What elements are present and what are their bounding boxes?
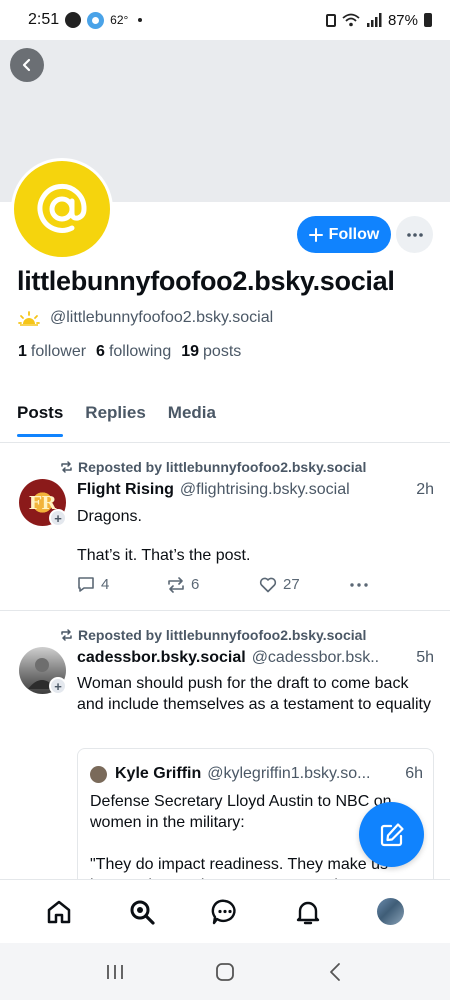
followers-link[interactable]: 1 follower: [18, 343, 86, 361]
post-actions: 4 6 27: [77, 576, 390, 593]
post-author[interactable]: Flight Rising: [77, 481, 174, 499]
post-author[interactable]: cadessbor.bsky.social: [77, 649, 246, 667]
feed-post[interactable]: Reposted by littlebunnyfoofoo2.bsky.soci…: [0, 443, 450, 611]
follow-button[interactable]: Follow: [297, 216, 391, 253]
quoted-post-header: Kyle Griffin @kylegriffin1.bsky.so... 6h: [90, 765, 423, 783]
compose-button[interactable]: [359, 802, 424, 867]
post-text: Dragons.: [77, 508, 142, 525]
follow-label: Follow: [328, 225, 380, 243]
repost-indicator: Reposted by littlebunnyfoofoo2.bsky.soci…: [60, 627, 366, 643]
home-system-button[interactable]: [205, 952, 245, 992]
repost-icon: [168, 576, 184, 593]
nav-messages[interactable]: [203, 890, 247, 934]
ellipsis-icon: [406, 232, 423, 237]
back-button[interactable]: [10, 48, 44, 82]
status-bar: 2:51 62° 87%: [0, 0, 450, 40]
post-more-button[interactable]: [349, 576, 369, 593]
quoted-author: Kyle Griffin: [115, 765, 202, 782]
nav-search[interactable]: [120, 890, 164, 934]
post-text: That’s it. That’s the post.: [77, 547, 251, 564]
repost-icon: [61, 461, 72, 473]
bottom-navigation: [0, 879, 450, 943]
search-icon: [130, 900, 155, 925]
post-time[interactable]: 2h: [416, 481, 434, 499]
profile-handle-row: @littlebunnyfoofoo2.bsky.social: [18, 309, 273, 327]
post-time[interactable]: 5h: [416, 649, 434, 667]
like-button[interactable]: 27: [259, 576, 349, 593]
nav-notifications[interactable]: [286, 890, 330, 934]
back-system-button[interactable]: [315, 952, 355, 992]
home-icon: [48, 900, 71, 923]
bell-icon: [296, 901, 319, 924]
repost-button[interactable]: 6: [167, 576, 259, 593]
profile-display-name: littlebunnyfoofoo2.bsky.social: [17, 266, 395, 296]
quoted-time: 6h: [405, 765, 423, 782]
profile-tabs: Posts Replies Media: [0, 396, 450, 443]
follow-plus-icon[interactable]: +: [49, 509, 67, 527]
post-header: cadessbor.bsky.social @cadessbor.bsk.. 5…: [77, 649, 434, 667]
avatar: [377, 898, 405, 925]
more-options-button[interactable]: [396, 216, 433, 253]
repost-indicator: Reposted by littlebunnyfoofoo2.bsky.soci…: [60, 459, 366, 475]
post-handle[interactable]: @cadessbor.bsk..: [252, 649, 409, 667]
wifi-icon: [342, 13, 360, 27]
repost-icon: [61, 629, 72, 641]
heart-icon: [259, 577, 277, 592]
ellipsis-icon: [350, 582, 368, 587]
status-time: 2:51: [28, 11, 60, 28]
profile-avatar[interactable]: [11, 158, 113, 260]
following-link[interactable]: 6 following: [96, 343, 171, 361]
chevron-left-icon: [22, 58, 31, 72]
nav-home[interactable]: [37, 890, 81, 934]
back-chevron-icon: [330, 962, 340, 981]
tab-posts[interactable]: Posts: [17, 390, 64, 437]
home-square-icon: [216, 962, 234, 981]
battery-percent: 87%: [387, 11, 418, 29]
signal-icon: [366, 13, 382, 27]
recents-icon: [107, 964, 123, 979]
follow-plus-icon[interactable]: +: [49, 677, 67, 695]
notification-dot-icon: [138, 18, 143, 22]
post-handle[interactable]: @flightrising.bsky.social: [180, 481, 408, 499]
quoted-handle: @kylegriffin1.bsky.so...: [207, 765, 371, 782]
sun-icon: [18, 311, 40, 326]
system-navigation: [0, 943, 450, 1000]
post-text: Woman should push for the draft to come …: [77, 675, 431, 713]
compose-icon: [380, 822, 404, 846]
status-temperature: 62°: [110, 13, 129, 27]
avatar: [90, 765, 107, 783]
reply-button[interactable]: 4: [77, 576, 167, 593]
lock-icon: [325, 13, 336, 27]
recent-apps-button[interactable]: [95, 952, 135, 992]
chat-icon: [211, 899, 236, 924]
post-header: Flight Rising @flightrising.bsky.social …: [77, 481, 434, 499]
settings-gear-status-icon: [65, 12, 82, 28]
at-sign-icon: [37, 183, 87, 233]
profile-handle: @littlebunnyfoofoo2.bsky.social: [50, 309, 274, 326]
weather-icon: [87, 11, 105, 29]
reply-icon: [78, 577, 94, 592]
posts-count: 19 posts: [181, 343, 242, 360]
tab-media[interactable]: Media: [168, 390, 216, 436]
plus-icon: [308, 227, 323, 242]
battery-icon: [424, 13, 432, 27]
tab-replies[interactable]: Replies: [85, 390, 145, 436]
profile-stats: 1 follower 6 following 19 posts: [18, 343, 241, 361]
nav-profile[interactable]: [369, 890, 413, 934]
